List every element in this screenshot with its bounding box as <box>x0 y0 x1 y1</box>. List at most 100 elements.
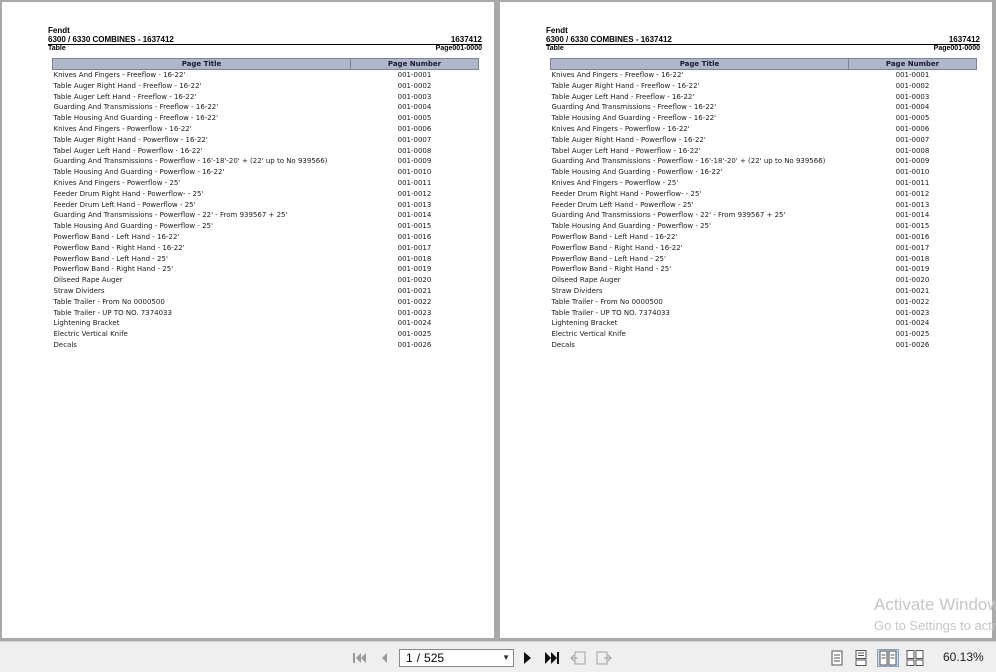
page-title-cell: Feeder Drum Left Hand - Powerflow - 25' <box>53 200 196 209</box>
pdf-page-right: Fendt 6300 / 6330 COMBINES - 1637412 163… <box>500 2 992 638</box>
page-number-cell: 001-0019 <box>895 265 930 274</box>
page-number-cell: 001-0021 <box>397 286 432 295</box>
page-title-cell: Guarding And Transmissions - Powerflow -… <box>53 211 288 220</box>
page-title-cell: Feeder Drum Left Hand - Powerflow - 25' <box>551 200 694 209</box>
table-row: Table Auger Right Hand - Powerflow - 16-… <box>551 135 977 146</box>
page-number-cell: 001-0026 <box>895 340 930 349</box>
page-number-cell: 001-0013 <box>397 200 432 209</box>
continuous-facing-view-button[interactable] <box>906 650 924 666</box>
pdf-page-left: Fendt 6300 / 6330 COMBINES - 1637412 163… <box>2 2 494 638</box>
table-row: Powerflow Band - Left Hand - 16-22' 001-0… <box>551 232 977 243</box>
page-number-cell: 001-0022 <box>397 297 432 306</box>
title-row: 6300 / 6330 COMBINES - 1637412 1637412 <box>546 35 980 45</box>
page-title-cell: Powerflow Band - Left Hand - 16-22' <box>53 232 180 241</box>
table-row: Powerflow Band - Left Hand - 25' 001-0018 <box>551 254 977 265</box>
table-row: Table Trailer - From No 0000500 001-0022 <box>551 297 977 308</box>
table-row: Guarding And Transmissions - Powerflow -… <box>551 210 977 221</box>
watermark-subtitle: Go to Settings to activate Windows. <box>874 618 996 633</box>
page-title-cell: Knives And Fingers - Freeflow - 16-22' <box>551 71 684 79</box>
continuous-facing-view-icon <box>906 650 924 666</box>
page-title-cell: Table Housing And Guarding - Powerflow -… <box>53 168 225 177</box>
next-page-button[interactable] <box>519 650 535 666</box>
previous-page-icon <box>382 653 387 663</box>
page-number-cell: 001-0026 <box>397 340 432 349</box>
page-number-cell: 001-0002 <box>895 81 930 90</box>
page-number-cell: 001-0011 <box>397 178 432 187</box>
activation-watermark: Activate Windows Go to Settings to activ… <box>874 594 996 636</box>
table-row: Decals 001-0026 <box>53 340 479 351</box>
zoom-level[interactable]: 60.13% <box>943 650 984 664</box>
table-row: Tabel Auger Left Hand - Powerflow - 16-2… <box>53 146 479 157</box>
column-header-number: Page Number <box>848 58 977 70</box>
table-row: Feeder Drum Right Hand - Powerflow- - 25… <box>551 189 977 200</box>
contents-table: Page Title Page Number Knives And Finger… <box>550 58 977 351</box>
section-name: Table <box>48 45 66 52</box>
table-row: Knives And Fingers - Freeflow - 16-22' 00… <box>53 70 479 81</box>
document-title: 6300 / 6330 COMBINES - 1637412 <box>48 35 174 44</box>
table-body: Knives And Fingers - Freeflow - 16-22' 00… <box>53 70 479 351</box>
document-viewport[interactable]: Fendt 6300 / 6330 COMBINES - 1637412 163… <box>0 0 996 641</box>
table-row: Straw Dividers 001-0021 <box>53 286 479 297</box>
page-number-cell: 001-0023 <box>397 308 432 317</box>
table-row: Feeder Drum Left Hand - Powerflow - 25' 0… <box>53 200 479 211</box>
continuous-view-button[interactable] <box>853 650 869 666</box>
facing-view-button[interactable] <box>877 649 899 667</box>
page-title-cell: Knives And Fingers - Powerflow - 25' <box>53 178 181 187</box>
page-number-cell: 001-0004 <box>397 103 432 112</box>
page-title-cell: Guarding And Transmissions - Powerflow -… <box>551 157 826 166</box>
next-view-button[interactable] <box>596 650 612 666</box>
page-title-cell: Guarding And Transmissions - Powerflow -… <box>53 157 328 166</box>
page-number-cell: 001-0013 <box>895 200 930 209</box>
page-title-cell: Guarding And Transmissions - Freeflow - … <box>53 103 219 112</box>
page-title-cell: Decals <box>53 340 77 349</box>
page-title-cell: Table Auger Right Hand - Powerflow - 16-… <box>551 135 706 144</box>
brand-name: Fendt <box>546 26 568 35</box>
table-row: Guarding And Transmissions - Freeflow - … <box>551 102 977 113</box>
previous-page-button[interactable] <box>376 650 392 666</box>
page-title-cell: Table Housing And Guarding - Freeflow - … <box>53 114 219 123</box>
last-page-icon <box>545 652 559 664</box>
page-title-cell: Table Housing And Guarding - Freeflow - … <box>551 114 717 123</box>
page-title-cell: Table Trailer - From No 0000500 <box>53 297 165 306</box>
page-title-cell: Knives And Fingers - Freeflow - 16-22' <box>53 71 186 79</box>
single-page-view-button[interactable] <box>829 650 845 666</box>
page-title-cell: Powerflow Band - Right Hand - 25' <box>53 265 174 274</box>
page-title-cell: Guarding And Transmissions - Freeflow - … <box>551 103 717 112</box>
table-row: Powerflow Band - Right Hand - 25' 001-001… <box>53 264 479 275</box>
last-page-button[interactable] <box>544 650 560 666</box>
table-row: Lightening Bracket 001-0024 <box>551 318 977 329</box>
page-number-cell: 001-0011 <box>895 178 930 187</box>
page-number-cell: 001-0006 <box>397 124 432 133</box>
table-row: Table Trailer - From No 0000500 001-0022 <box>53 297 479 308</box>
first-page-button[interactable] <box>352 650 368 666</box>
page-separator: / <box>416 651 421 665</box>
page-number-cell: 001-0008 <box>397 146 432 155</box>
page-number-cell: 001-0010 <box>397 168 432 177</box>
table-row: Lightening Bracket 001-0024 <box>53 318 479 329</box>
contents-table: Page Title Page Number Knives And Finger… <box>52 58 479 351</box>
page-title-cell: Table Auger Left Hand - Freeflow - 16-22… <box>53 92 197 101</box>
page-number-cell: 001-0024 <box>895 319 930 328</box>
table-row: Feeder Drum Left Hand - Powerflow - 25' 0… <box>551 200 977 211</box>
previous-view-button[interactable] <box>570 650 586 666</box>
chevron-down-icon[interactable]: ▼ <box>502 650 510 666</box>
table-row: Knives And Fingers - Powerflow - 16-22' 0… <box>53 124 479 135</box>
page-title-cell: Table Auger Right Hand - Freeflow - 16-2… <box>551 81 700 90</box>
page-number-cell: 001-0025 <box>895 330 930 339</box>
table-row: Table Auger Left Hand - Freeflow - 16-22… <box>551 92 977 103</box>
table-row: Table Auger Right Hand - Powerflow - 16-… <box>53 135 479 146</box>
brand-name: Fendt <box>48 26 70 35</box>
next-view-icon <box>596 651 612 665</box>
table-row: Table Housing And Guarding - Powerflow -… <box>53 167 479 178</box>
page-title-cell: Powerflow Band - Left Hand - 25' <box>551 254 666 263</box>
table-row: Table Housing And Guarding - Powerflow -… <box>551 221 977 232</box>
document-number: 1637412 <box>948 35 980 44</box>
table-row: Table Housing And Guarding - Powerflow -… <box>551 167 977 178</box>
table-row: Table Trailer - UP TO NO. 7374033 001-002… <box>551 308 977 319</box>
section-row: Table Page001-0000 <box>48 45 482 53</box>
page-title-cell: Table Housing And Guarding - Powerflow -… <box>551 222 711 231</box>
table-row: Guarding And Transmissions - Powerflow -… <box>53 210 479 221</box>
page-title-cell: Guarding And Transmissions - Powerflow -… <box>551 211 786 220</box>
page-number-input[interactable]: 1/525 ▼ <box>399 649 514 667</box>
table-row: Electric Vertical Knife 001-0025 <box>53 329 479 340</box>
